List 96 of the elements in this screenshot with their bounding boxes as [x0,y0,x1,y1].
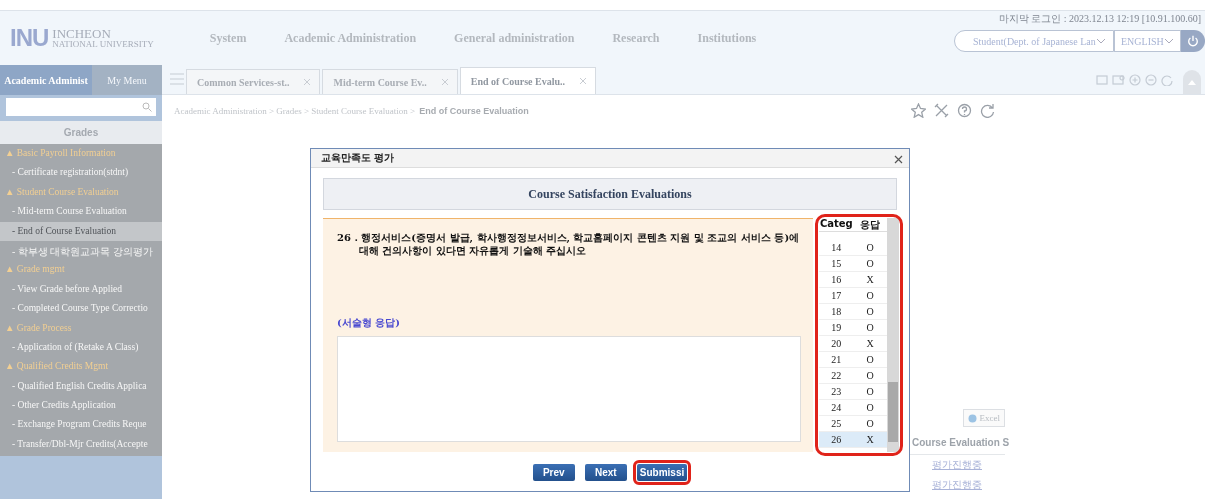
table-cell-text: O [865,305,875,319]
table-cell-text: 23 [830,385,843,399]
answer-field[interactable] [337,336,802,442]
menu-item[interactable]: - Mid-term Course Evaluation [0,202,162,222]
menu-item[interactable]: - Transfer/Dbl-Mjr Credits(Accepte [0,434,162,455]
logo-text: INCHEON [52,27,112,40]
logo: INU [10,24,49,52]
power-icon [1187,34,1199,48]
menu-item[interactable]: - Qualified English Credits Applica [0,376,162,397]
menu-item[interactable]: - Completed Course Type Correctio [0,299,162,319]
caret-icon [1163,37,1174,45]
menu-item[interactable]: - Certificate registration(stdnt) [0,163,162,183]
nav-menu-item[interactable]: Academic Administration [284,30,417,46]
sidebar-tab[interactable]: Academic Administ [0,65,92,95]
dialog-button[interactable]: Next [584,464,627,481]
column-header: 응답 [859,218,882,231]
scroll-up-button[interactable] [1183,70,1201,94]
table-cell-text: 21 [830,353,843,367]
close-icon[interactable] [440,78,449,86]
status-link[interactable]: 평가진행중 [910,475,1005,495]
table-cell-text: X [865,337,875,351]
table-cell-text: O [865,353,875,367]
menu-item[interactable]: - 학부생 대학원교과목 강의평가 [0,240,162,261]
breadcrumb-current: End of Course Evaluation [419,105,529,116]
status-link[interactable]: 평가진행중 [910,455,1005,475]
table-cell-text: O [865,401,875,415]
zoom-out-icon[interactable] [1145,73,1157,86]
menu-section[interactable]: ▲ Grade mgmt [0,260,162,280]
menu-item[interactable]: - Other Credits Application [0,396,162,416]
menu-section[interactable]: ▲ Qualified Credits Mgmt [0,357,162,377]
table-cell-text: 16 [830,273,843,287]
table-cell-text: O [865,289,875,303]
table-cell-text: X [865,433,875,447]
menu-section[interactable]: ▲ Student Course Evaluation [0,182,162,203]
column-header: Categ [819,218,854,231]
table-cell-text: O [865,241,875,255]
close-icon[interactable] [579,77,587,85]
close-icon[interactable] [303,78,312,86]
menu-item[interactable]: - End of Course Evaluation [0,221,162,241]
tools-icon[interactable] [934,103,949,118]
language-select[interactable]: ENGLISH [1114,30,1181,52]
zoom-in-icon[interactable] [1129,73,1141,86]
answer-label: (서술형 응답) [337,316,401,330]
table-cell-text: O [865,257,875,271]
table-cell-text: 24 [830,401,843,415]
menu-section[interactable]: ▲ Basic Payroll Information [0,144,162,164]
nav-menu-item[interactable]: General administration [454,30,575,46]
dialog-title: 교육만족도 평가 [321,151,395,165]
table-cell-text: 17 [830,289,843,303]
nav-menu-item[interactable]: System [209,30,247,46]
help-icon[interactable] [957,103,972,118]
circle-icon [967,413,977,423]
star-icon[interactable] [911,103,926,118]
excel-button[interactable]: Excel [962,409,1005,427]
dialog-heading: Course Satisfaction Evaluations [323,178,897,210]
menu-item[interactable]: - View Grade before Applied [0,279,162,300]
table-cell-text: 25 [830,417,843,431]
menu-item[interactable]: - Application of (Retake A Class) [0,337,162,358]
refresh-icon[interactable] [980,103,995,118]
table-row[interactable]: 26 X [819,432,887,448]
table-cell-text: O [865,417,875,431]
table-cell-text: 14 [830,241,843,255]
page-tab[interactable]: Mid-term Course Ev.. [322,69,458,94]
role-select[interactable]: Student(Dept. of Japanese Lan [954,30,1114,52]
last-login-text: 마지막 로그인 : 2023.12.13 12:19 [10.91.100.60] [998,12,1202,26]
folder-icon[interactable] [1096,74,1108,85]
question-text: 26 . 행정서비스(증명서 발급, 학사행정정보서비스, 학교홈페이지 콘텐츠 지원 및 조교의 서비스 등)에 대해 건의사항이 있다면 자유롭게 기술해 주십시오 [337,231,801,257]
search-icon [142,102,152,112]
table-cell-text: O [865,321,875,335]
nav-menu-item[interactable]: Research [612,30,660,46]
dialog-button[interactable]: Prev [532,464,575,481]
power-button[interactable] [1181,30,1205,52]
menu-section[interactable]: ▲ Grade Process [0,318,162,338]
scrollbar[interactable] [887,218,899,452]
search-field[interactable] [6,98,156,116]
page-tab[interactable]: Common Services-st.. [186,69,321,94]
page-tab[interactable]: End of Course Evalu.. [459,67,596,94]
menu-item[interactable]: - Exchange Program Credits Reque [0,415,162,435]
table-cell-text: O [865,369,875,383]
up-arrow-icon [1188,80,1196,86]
sidebar-title: Grades [0,121,162,144]
table-cell-text: 15 [830,257,843,271]
table-cell-text: 26 [830,433,843,447]
table-cell-text: 19 [830,321,843,335]
table-cell-text: X [865,273,875,287]
folder-icon[interactable] [1112,74,1125,85]
logo-subtext: NATIONAL UNIVERSITY [52,40,154,49]
table-cell-text: 20 [830,337,843,351]
nav-menu-item[interactable]: Institutions [697,30,757,46]
table-cell-text: 18 [830,305,843,319]
close-icon [894,154,903,164]
caret-icon [1095,37,1106,45]
table-cell-text: 22 [830,369,843,383]
table-cell-text: O [865,385,875,399]
sidebar-tab[interactable]: My Menu [92,65,162,95]
refresh-icon[interactable] [1161,73,1173,86]
